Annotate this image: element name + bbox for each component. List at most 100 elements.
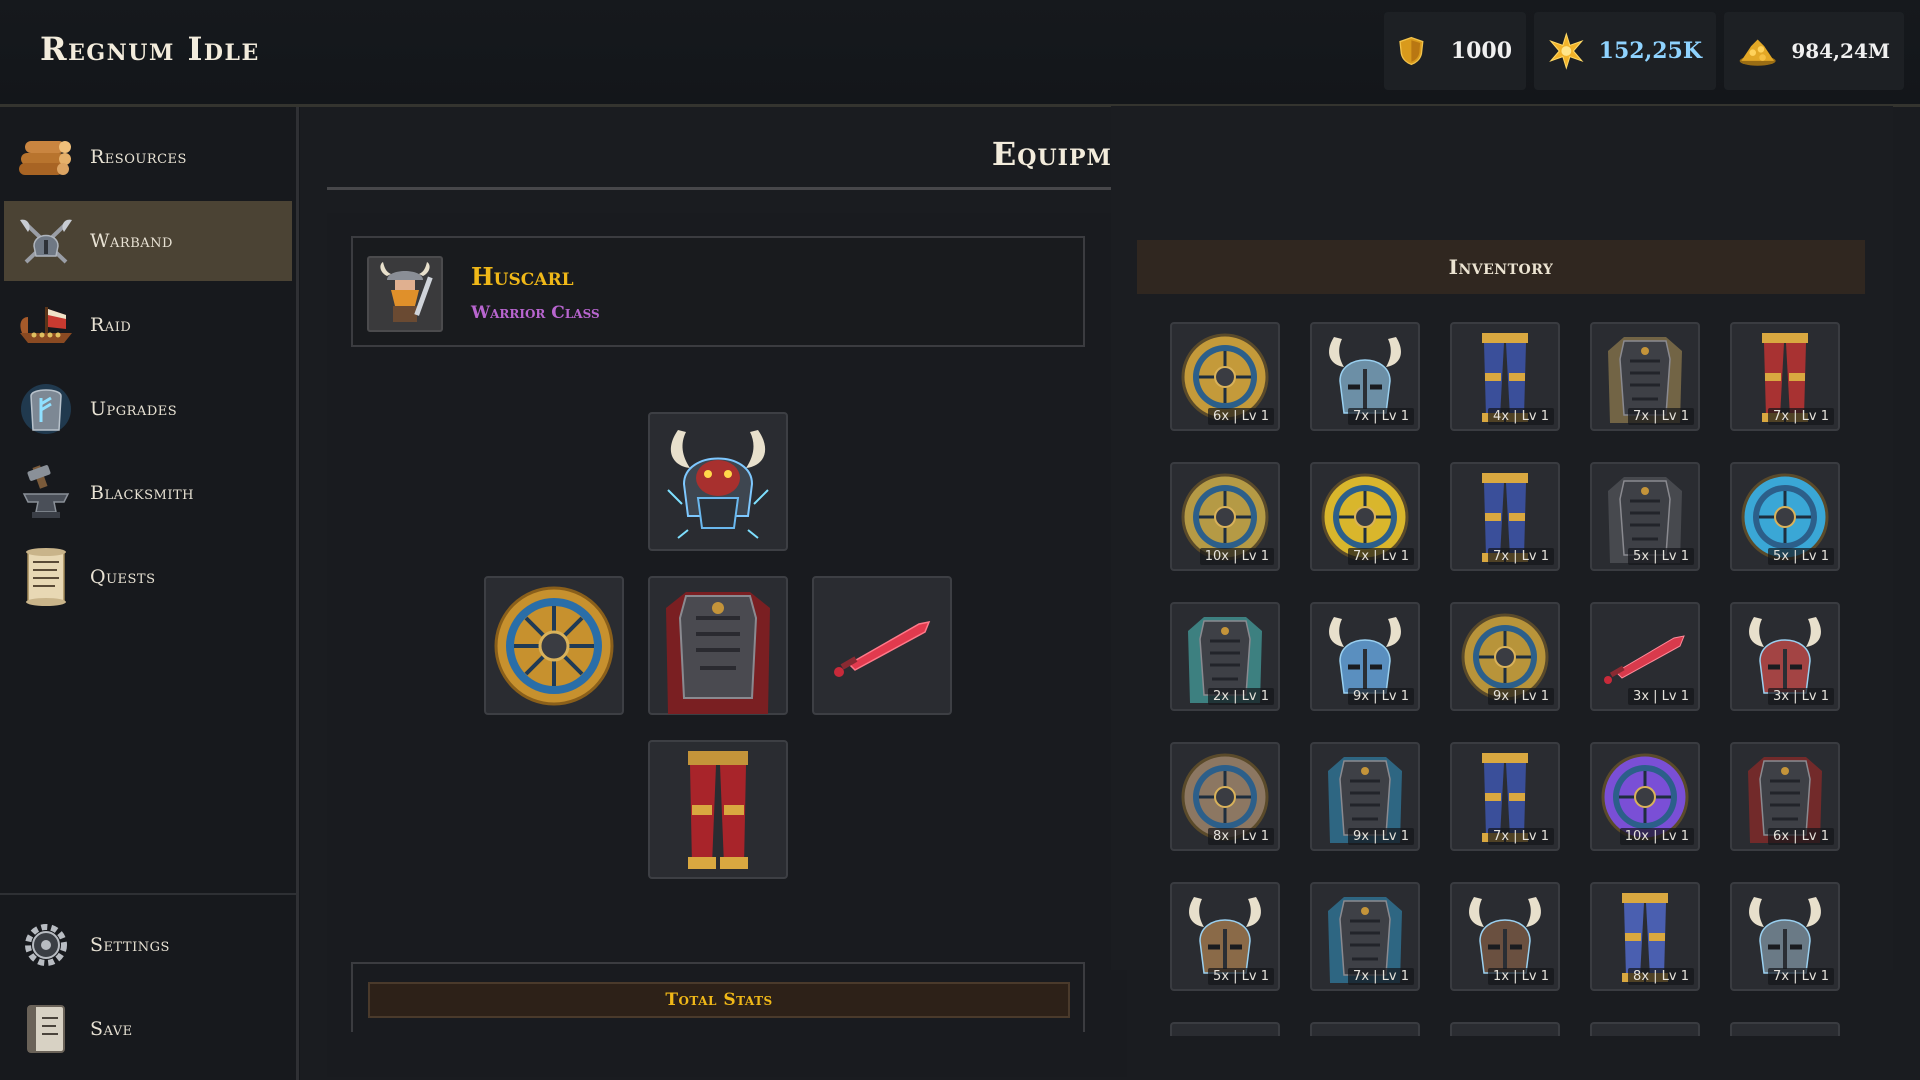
round-shield-icon (494, 586, 614, 705)
armor-slot[interactable] (648, 576, 788, 715)
sidebar-item-blacksmith[interactable]: Blacksmith (4, 453, 292, 533)
item-quantity-level: 7x | Lv 1 (1348, 408, 1414, 425)
inventory-slot[interactable]: 1x | Lv 1 (1450, 882, 1560, 991)
sidebar-item-settings[interactable]: Settings (4, 905, 292, 985)
viking-warrior-portrait-icon (367, 256, 443, 332)
logs-icon (16, 127, 76, 187)
sidebar-item-raid[interactable]: Raid (4, 285, 292, 365)
sidebar-divider (0, 893, 296, 895)
item-quantity-level: 5x | Lv 1 (1208, 968, 1274, 985)
inventory-header: Inventory (1137, 240, 1865, 294)
item-quantity-level: 7x | Lv 1 (1348, 548, 1414, 565)
shield-resource: 1000 (1384, 12, 1526, 90)
crossed-axes-helmet-icon (16, 211, 76, 271)
helmet-slot[interactable] (648, 412, 788, 551)
inventory-slot[interactable]: 8x | Lv 1 (1590, 882, 1700, 991)
inventory-slot[interactable]: 6x | Lv 1 (1730, 742, 1840, 851)
inventory-slot[interactable]: 9x | Lv 1 (1310, 742, 1420, 851)
item-quantity-level: 7x | Lv 1 (1348, 968, 1414, 985)
item-quantity-level: 6x | Lv 1 (1208, 408, 1274, 425)
inventory-slot[interactable]: 9x | Lv 1 (1310, 602, 1420, 711)
gold-pile-icon (1739, 39, 1776, 66)
sidebar-item-label: Blacksmith (90, 482, 195, 504)
hero-class: Warrior Class (471, 303, 600, 323)
total-stats-header[interactable]: Total Stats (368, 982, 1070, 1018)
inventory-slot-partial[interactable] (1730, 1022, 1840, 1036)
sidebar-item-label: Save (90, 1018, 133, 1040)
rune-stone-icon (16, 379, 76, 439)
inventory-slot[interactable]: 7x | Lv 1 (1590, 322, 1700, 431)
item-quantity-level: 10x | Lv 1 (1199, 548, 1274, 565)
red-caped-armor-icon (666, 591, 770, 714)
longship-icon (16, 295, 76, 355)
inventory-slot-partial[interactable] (1170, 1022, 1280, 1036)
item-quantity-level: 4x | Lv 1 (1488, 408, 1554, 425)
inventory-slot[interactable]: 7x | Lv 1 (1730, 322, 1840, 431)
item-quantity-level: 3x | Lv 1 (1628, 688, 1694, 705)
inventory-slot[interactable]: 7x | Lv 1 (1450, 462, 1560, 571)
inventory-slot[interactable]: 5x | Lv 1 (1170, 882, 1280, 991)
weapon-slot[interactable] (812, 576, 952, 715)
item-quantity-level: 3x | Lv 1 (1768, 688, 1834, 705)
hero-card: Huscarl Warrior Class (351, 236, 1085, 347)
sidebar-item-label: Raid (90, 314, 132, 336)
item-quantity-level: 10x | Lv 1 (1619, 828, 1694, 845)
inventory-slot-partial[interactable] (1450, 1022, 1560, 1036)
red-gold-greaves-icon (688, 750, 748, 869)
item-quantity-level: 7x | Lv 1 (1768, 968, 1834, 985)
hero-name: Huscarl (471, 262, 574, 291)
inventory-slot[interactable]: 3x | Lv 1 (1590, 602, 1700, 711)
sidebar-item-warband[interactable]: Warband (4, 201, 292, 281)
inventory-slot[interactable]: 4x | Lv 1 (1450, 322, 1560, 431)
inventory-slot[interactable]: 7x | Lv 1 (1310, 322, 1420, 431)
legs-slot[interactable] (648, 740, 788, 879)
app-title: Regnum Idle (40, 30, 260, 68)
inventory-slot[interactable]: 10x | Lv 1 (1590, 742, 1700, 851)
sidebar-item-label: Upgrades (90, 398, 178, 420)
inventory-slot[interactable]: 5x | Lv 1 (1730, 462, 1840, 571)
inventory-slot[interactable]: 6x | Lv 1 (1170, 322, 1280, 431)
shield-value: 1000 (1450, 38, 1512, 64)
sidebar: Resources Warband Raid Upgrades Blacksmi… (0, 107, 299, 1080)
inventory-slot[interactable]: 9x | Lv 1 (1450, 602, 1560, 711)
gold-value: 984,24M (1791, 39, 1890, 63)
item-quantity-level: 9x | Lv 1 (1488, 688, 1554, 705)
star-resource: 152,25K (1534, 12, 1716, 90)
inventory-slot-partial[interactable] (1590, 1022, 1700, 1036)
inventory-slot[interactable]: 8x | Lv 1 (1170, 742, 1280, 851)
inventory-slot-partial[interactable] (1310, 1022, 1420, 1036)
item-quantity-level: 7x | Lv 1 (1628, 408, 1694, 425)
save-book-icon (16, 999, 76, 1059)
inventory-slot[interactable]: 5x | Lv 1 (1590, 462, 1700, 571)
shield-icon (1399, 36, 1424, 66)
shield-slot[interactable] (484, 576, 624, 715)
item-quantity-level: 8x | Lv 1 (1628, 968, 1694, 985)
inventory-slot[interactable]: 2x | Lv 1 (1170, 602, 1280, 711)
inventory-slot[interactable]: 7x | Lv 1 (1450, 742, 1560, 851)
item-quantity-level: 8x | Lv 1 (1208, 828, 1274, 845)
star-icon (1549, 32, 1584, 70)
inventory-slot[interactable]: 10x | Lv 1 (1170, 462, 1280, 571)
item-quantity-level: 7x | Lv 1 (1488, 828, 1554, 845)
sidebar-item-quests[interactable]: Quests (4, 537, 292, 617)
bear-horned-helmet-icon (667, 429, 769, 539)
item-quantity-level: 7x | Lv 1 (1768, 408, 1834, 425)
sidebar-item-label: Quests (90, 566, 156, 588)
sidebar-item-upgrades[interactable]: Upgrades (4, 369, 292, 449)
sidebar-item-save[interactable]: Save (4, 989, 292, 1069)
item-quantity-level: 9x | Lv 1 (1348, 688, 1414, 705)
star-value: 152,25K (1598, 38, 1702, 64)
item-quantity-level: 5x | Lv 1 (1628, 548, 1694, 565)
sidebar-item-label: Resources (90, 146, 187, 168)
gear-icon (16, 915, 76, 975)
inventory-slot[interactable]: 7x | Lv 1 (1310, 462, 1420, 571)
item-quantity-level: 2x | Lv 1 (1208, 688, 1274, 705)
inventory-slot[interactable]: 7x | Lv 1 (1310, 882, 1420, 991)
item-quantity-level: 1x | Lv 1 (1488, 968, 1554, 985)
inventory-slot[interactable]: 7x | Lv 1 (1730, 882, 1840, 991)
item-quantity-level: 9x | Lv 1 (1348, 828, 1414, 845)
inventory-slot[interactable]: 3x | Lv 1 (1730, 602, 1840, 711)
sidebar-item-resources[interactable]: Resources (4, 117, 292, 197)
anvil-icon (16, 463, 76, 523)
red-sword-icon (834, 620, 931, 677)
